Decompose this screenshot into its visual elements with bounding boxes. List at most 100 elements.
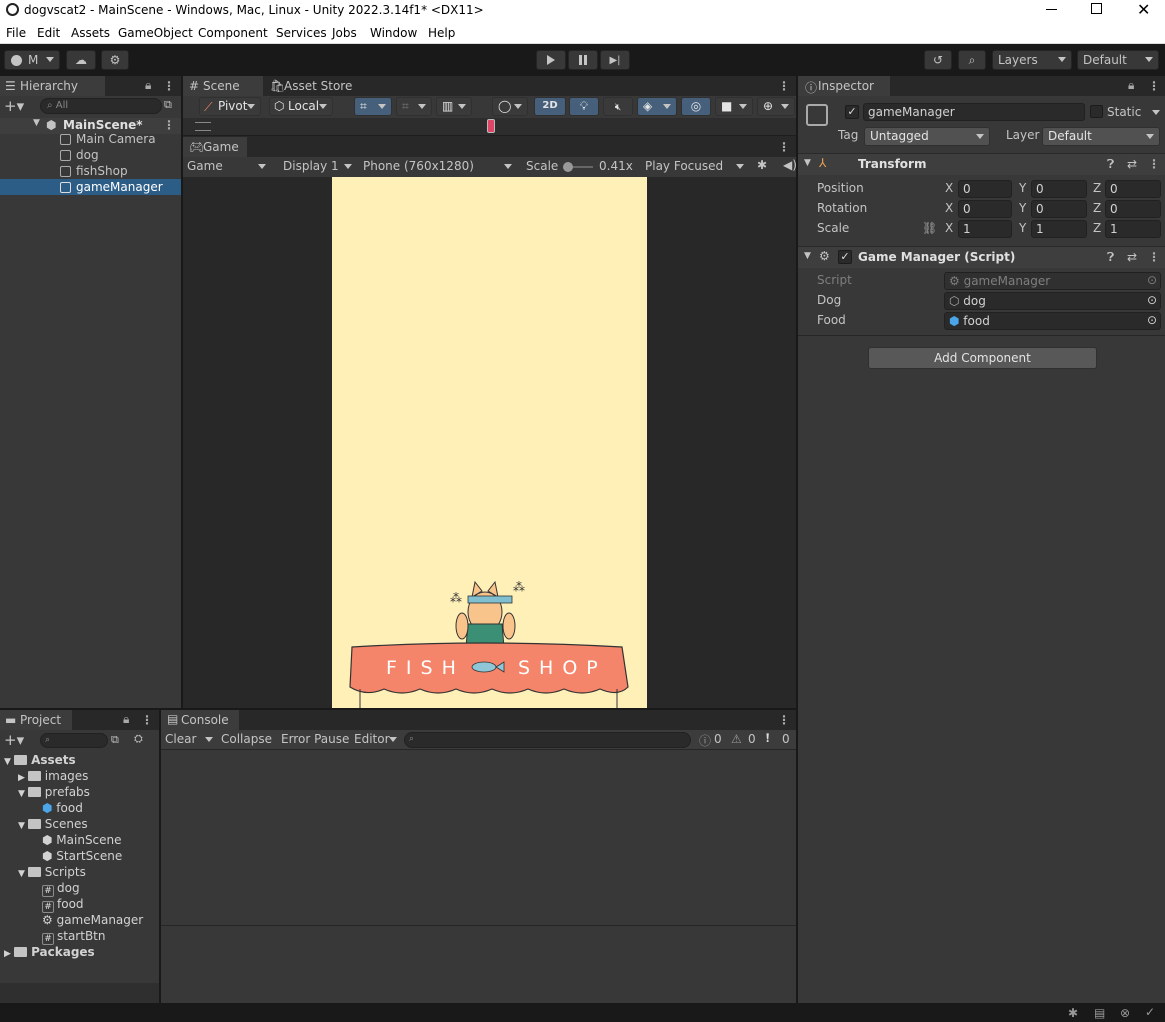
scale-z-field[interactable]: 1 [1105, 220, 1161, 238]
gizmos-dropdown[interactable]: ⊕ [757, 97, 795, 116]
component-enabled-checkbox[interactable]: ✓ [838, 250, 852, 264]
kebab-menu-icon[interactable]: ⋮ [1148, 79, 1160, 93]
tree-item-food-script[interactable]: # food [42, 897, 84, 913]
project-search-input[interactable]: ⌕ [40, 733, 108, 748]
camera-dropdown[interactable]: ■ [715, 97, 753, 116]
tab-game[interactable]: 🎮︎ Game [183, 137, 247, 157]
cloud-button[interactable]: ☁ [66, 50, 96, 70]
local-dropdown[interactable]: ⬡ Local [269, 97, 333, 116]
lock-icon[interactable]: 🔒︎ [123, 712, 129, 727]
error-pause-button[interactable]: Error Pause [281, 732, 349, 746]
collapse-button[interactable]: Collapse [221, 732, 272, 746]
scale-x-field[interactable]: 1 [958, 220, 1012, 238]
search-by-type-icon[interactable]: ⧉ [111, 733, 119, 747]
play-mode-dropdown[interactable]: Play Focused [645, 159, 749, 175]
maximize-button[interactable] [1091, 3, 1102, 14]
error-icon[interactable]: ❗︎ [766, 731, 769, 746]
hierarchy-search-input[interactable]: ⌕ All [40, 98, 162, 114]
component-menu-icon[interactable]: ⋮ [1148, 250, 1160, 264]
menu-component[interactable]: Component [198, 26, 268, 40]
help-icon[interactable]: ❓︎ [1107, 157, 1114, 172]
bug-icon[interactable]: ✱ [757, 158, 767, 172]
menu-gameobject[interactable]: GameObject [118, 26, 193, 40]
clear-options-icon[interactable] [205, 737, 213, 742]
kebab-menu-icon[interactable]: ⋮ [778, 140, 790, 154]
step-button[interactable]: ▶| [600, 50, 630, 70]
scene-search-icon[interactable]: ⧉ [164, 98, 172, 112]
tree-item-assets[interactable]: ▼ Assets [4, 753, 76, 767]
scale-slider[interactable] [563, 162, 593, 172]
scale-y-field[interactable]: 1 [1031, 220, 1087, 238]
undo-history-button[interactable]: ↺ [924, 50, 952, 70]
overlay-handle-icon[interactable] [195, 122, 211, 131]
toggle-2d-button[interactable]: 2D [534, 97, 566, 116]
lighting-toggle[interactable]: 💡︎ [569, 97, 599, 116]
hierarchy-item[interactable]: dog [0, 147, 181, 163]
project-scrollbar[interactable] [0, 983, 159, 1003]
hierarchy-item[interactable]: fishShop [0, 163, 181, 179]
help-icon[interactable]: ❓︎ [1107, 250, 1114, 265]
add-component-button[interactable]: Add Component [868, 347, 1097, 369]
pause-button[interactable] [568, 50, 598, 70]
menu-services[interactable]: Services [276, 26, 327, 40]
add-icon[interactable]: +▾ [4, 731, 24, 749]
console-log-list[interactable] [161, 751, 796, 926]
menu-edit[interactable]: Edit [37, 26, 60, 40]
kebab-menu-icon[interactable]: ⋮ [778, 79, 790, 93]
tab-hierarchy[interactable]: ☰ Hierarchy [0, 76, 105, 96]
tree-item-startbtn-script[interactable]: # startBtn [42, 929, 106, 945]
menu-jobs[interactable]: Jobs [332, 26, 357, 40]
rotation-x-field[interactable]: 0 [958, 200, 1012, 218]
pivot-dropdown[interactable]: ⟋ Pivot [199, 97, 261, 116]
menu-help[interactable]: Help [428, 26, 455, 40]
hierarchy-item-selected[interactable]: gameManager [0, 179, 181, 195]
active-checkbox[interactable]: ✓ [845, 105, 859, 119]
menu-file[interactable]: File [6, 26, 26, 40]
layers-dropdown[interactable]: Layers [992, 50, 1072, 70]
resolution-dropdown[interactable]: Phone (760x1280) [363, 159, 517, 175]
display-dropdown[interactable]: Display 1 [283, 159, 357, 175]
kebab-menu-icon[interactable]: ⋮ [141, 713, 153, 727]
position-x-field[interactable]: 0 [958, 180, 1012, 198]
presets-icon[interactable]: ⇄ [1127, 250, 1137, 264]
lock-icon[interactable]: 🔒︎ [1128, 78, 1134, 93]
filter-icon[interactable]: ⛭ [134, 732, 143, 746]
console-search-input[interactable]: ⌕ [404, 732, 691, 748]
kebab-menu-icon[interactable]: ⋮ [778, 713, 790, 727]
tree-item-food-prefab[interactable]: ⬢ food [42, 801, 83, 815]
tag-dropdown[interactable]: Untagged [864, 127, 990, 146]
play-button[interactable] [536, 50, 566, 70]
check-icon[interactable]: ✓ [1145, 1005, 1155, 1019]
static-checkbox[interactable] [1090, 105, 1103, 118]
scale-slider-thumb[interactable] [563, 162, 573, 172]
close-button[interactable]: ✕ [1137, 0, 1150, 19]
tab-asset-store[interactable]: 🛍︎ Asset Store [264, 76, 359, 96]
script-component-header[interactable]: ▼ ⚙ ✓ Game Manager (Script) ❓︎ ⇄ ⋮ [798, 246, 1165, 268]
grid-snap-dropdown[interactable]: ⌗ [354, 97, 392, 116]
increment-dropdown[interactable]: ▥ [436, 97, 472, 116]
cache-icon[interactable]: ▤ [1094, 1006, 1105, 1020]
account-dropdown[interactable]: M [4, 50, 60, 70]
audio-toggle[interactable]: 🔇︎ [603, 97, 633, 116]
kebab-menu-icon[interactable]: ⋮ [163, 79, 175, 93]
audio-icon[interactable]: ◀) [783, 158, 797, 172]
tab-inspector[interactable]: ⓘ Inspector [798, 76, 890, 96]
tab-console[interactable]: ▤ Console [161, 710, 239, 730]
tab-scene[interactable]: # Scene [183, 76, 263, 96]
food-field[interactable]: ⬢ food ⊙ [944, 312, 1161, 330]
tree-item-scripts[interactable]: ▼ Scripts [18, 865, 86, 879]
clear-button[interactable]: Clear [165, 732, 196, 746]
layer-dropdown[interactable]: Default [1042, 127, 1160, 146]
object-name-field[interactable]: gameManager [863, 103, 1085, 121]
object-picker-icon[interactable]: ⊙ [1147, 313, 1157, 327]
position-z-field[interactable]: 0 [1105, 180, 1161, 198]
editor-target-dropdown[interactable]: Editor [354, 732, 390, 746]
rotation-y-field[interactable]: 0 [1031, 200, 1087, 218]
lock-icon[interactable]: 🔒︎ [145, 78, 151, 93]
object-picker-icon[interactable]: ⊙ [1147, 293, 1157, 307]
timeline-marker[interactable] [487, 119, 495, 133]
tree-item-mainscene[interactable]: ⬢ MainScene [42, 833, 122, 847]
tree-item-images[interactable]: ▶ images [18, 769, 88, 783]
game-mode-dropdown[interactable]: Game [187, 159, 271, 175]
tree-item-gamemanager-script[interactable]: ⚙ gameManager [42, 913, 143, 927]
